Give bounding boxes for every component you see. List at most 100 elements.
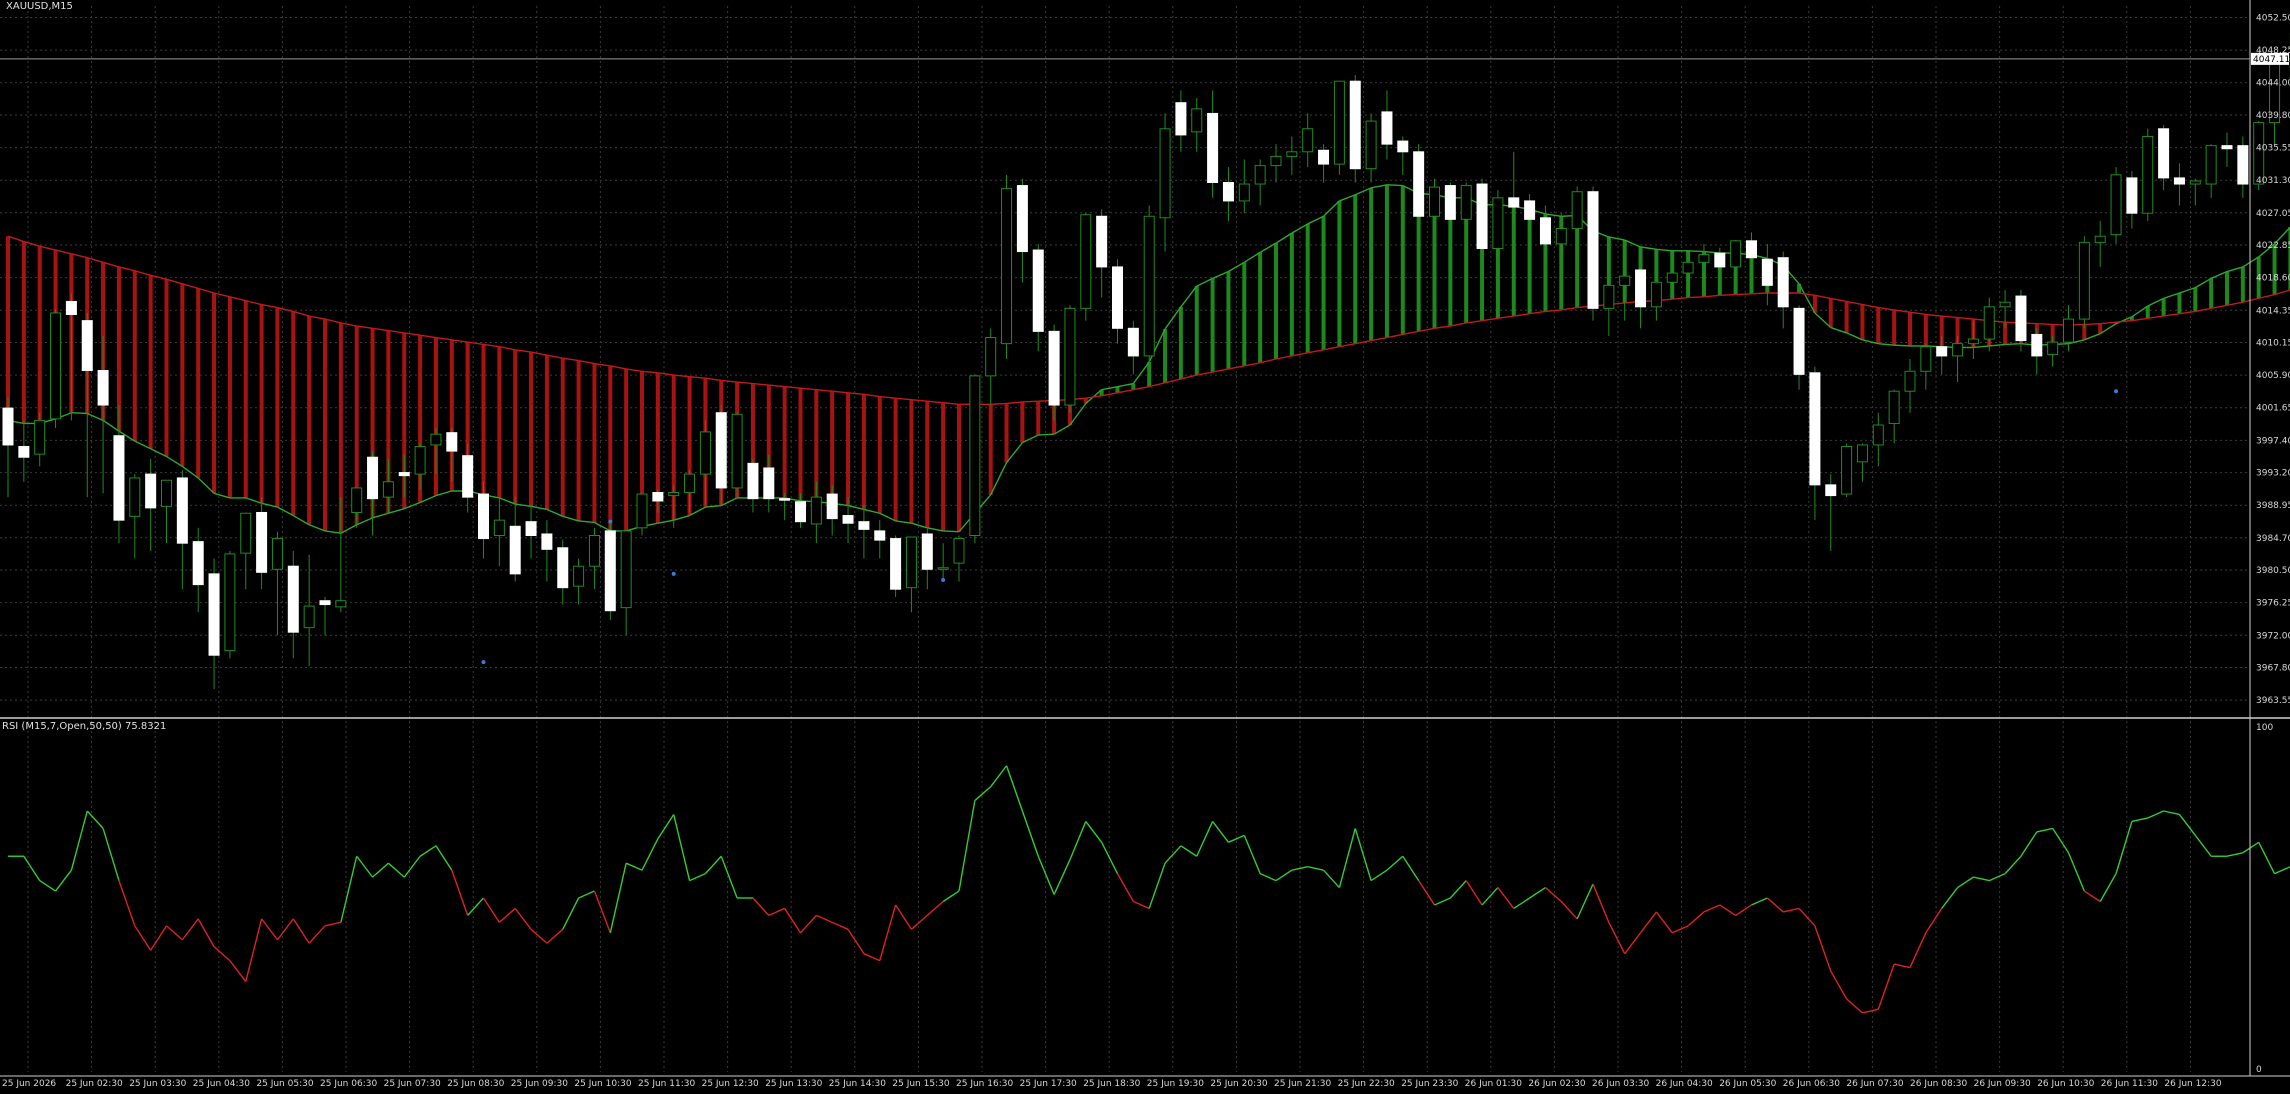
candle-body xyxy=(1571,191,1583,230)
candle-body xyxy=(1349,80,1361,170)
candle-body xyxy=(921,533,933,570)
candle-body xyxy=(1888,390,1900,424)
signal-dot xyxy=(481,660,486,665)
time-tick-label: 26 Jun 12:30 xyxy=(2164,1079,2221,1089)
time-tick-label: 25 Jun 09:30 xyxy=(511,1079,568,1089)
candle-body xyxy=(1841,445,1853,495)
candle-body xyxy=(81,320,93,372)
time-tick-label: 25 Jun 20:30 xyxy=(1210,1079,1267,1089)
candle-body xyxy=(303,605,315,629)
price-tick-label: 4022.85 xyxy=(2256,241,2290,251)
candle xyxy=(890,535,902,597)
slow-line-segment xyxy=(1719,293,1736,297)
candle-body xyxy=(1333,80,1345,165)
candle-body xyxy=(145,473,157,509)
fast-line-segment xyxy=(1038,433,1055,436)
rsi-tick-label: 0 xyxy=(2256,1065,2262,1075)
candle-body xyxy=(2158,128,2170,179)
price-tick-label: 4031.30 xyxy=(2256,176,2290,186)
time-tick-label: 26 Jun 07:30 xyxy=(1846,1079,1903,1089)
candle-body xyxy=(335,600,347,608)
candle-body xyxy=(2015,295,2027,342)
candle-body xyxy=(430,433,442,446)
signal-dot xyxy=(2114,389,2119,394)
slow-line-segment xyxy=(990,402,1007,405)
candle-body xyxy=(18,445,30,458)
candle-body xyxy=(1619,275,1631,286)
candle-body xyxy=(1650,281,1662,308)
candle xyxy=(50,309,62,429)
fast-line-segment xyxy=(71,412,88,415)
candle-body xyxy=(1127,327,1139,357)
time-tick-label: 25 Jun 11:30 xyxy=(638,1079,695,1089)
candle-body xyxy=(905,536,917,589)
rsi-tick-label: 100 xyxy=(2256,723,2273,733)
price-tick-label: 4014.35 xyxy=(2256,306,2290,316)
price-tick-label: 3997.40 xyxy=(2256,436,2290,446)
candle-body xyxy=(953,538,965,564)
fast-line-segment xyxy=(2005,342,2021,346)
candle xyxy=(2078,236,2090,329)
time-tick-label: 25 Jun 16:30 xyxy=(956,1079,1013,1089)
candle-body xyxy=(1254,165,1266,185)
candle-body xyxy=(842,515,854,524)
candle-body xyxy=(2221,145,2233,150)
time-tick-label: 25 Jun 12:30 xyxy=(702,1079,759,1089)
time-tick-label: 25 Jun 06:30 xyxy=(320,1079,377,1089)
slow-line-segment xyxy=(1688,296,1704,299)
time-tick-label: 25 Jun 19:30 xyxy=(1147,1079,1204,1089)
candle-body xyxy=(50,312,62,420)
candle-body xyxy=(1666,272,1678,283)
candle-body xyxy=(2126,177,2138,214)
candle-body xyxy=(795,501,806,523)
candle-body xyxy=(1967,338,1979,345)
chart-canvas[interactable]: 4052.504048.254044.004039.804035.554031.… xyxy=(0,0,2290,1094)
candle-body xyxy=(1587,191,1599,309)
candle-body xyxy=(652,492,664,502)
price-tick-label: 4035.55 xyxy=(2256,144,2290,154)
candle-body xyxy=(1476,183,1488,249)
candle-body xyxy=(1539,217,1551,245)
candle-body xyxy=(240,512,252,554)
candle-body xyxy=(1238,183,1250,202)
candle-body xyxy=(1492,197,1504,249)
slow-line-segment xyxy=(1022,400,1039,403)
price-tick-label: 3988.95 xyxy=(2256,501,2290,511)
price-tick-label: 4039.80 xyxy=(2256,111,2290,121)
candle-body xyxy=(446,432,458,452)
time-tick-label: 26 Jun 09:30 xyxy=(1974,1079,2031,1089)
trading-chart[interactable]: 4052.50 4048.25 4044.00 4039.80 4035.55 4031.… xyxy=(0,0,2290,1094)
time-tick-label: 26 Jun 06:30 xyxy=(1783,1079,1840,1089)
candle-body xyxy=(1175,102,1187,136)
candle-body xyxy=(256,511,268,573)
candle-body xyxy=(1936,346,1948,357)
slow-line-segment xyxy=(2084,323,2101,326)
candle-body xyxy=(1460,185,1472,220)
candle-body xyxy=(176,477,188,544)
candle-body xyxy=(668,492,680,497)
time-tick-label: 25 Jun 05:30 xyxy=(256,1079,313,1089)
candle-body xyxy=(1856,444,1868,463)
time-tick-label: 25 Jun 2026 xyxy=(2,1079,56,1089)
signal-dot xyxy=(671,571,676,576)
candle-body xyxy=(2110,174,2122,236)
candle-body xyxy=(747,462,759,500)
time-tick-label: 26 Jun 03:30 xyxy=(1592,1079,1649,1089)
candle-body xyxy=(1222,182,1234,202)
time-tick-label: 26 Jun 10:30 xyxy=(2037,1079,2094,1089)
price-tick-label: 3980.50 xyxy=(2256,566,2290,576)
candle xyxy=(2110,167,2122,244)
candle-body xyxy=(351,487,363,513)
price-tick-label: 4044.00 xyxy=(2256,79,2290,89)
price-tick-label: 3984.70 xyxy=(2256,534,2290,544)
candle-body xyxy=(2031,333,2043,357)
time-tick-label: 26 Jun 01:30 xyxy=(1465,1079,1522,1089)
candle-body xyxy=(271,538,283,570)
candle-body xyxy=(367,456,379,500)
candle-body xyxy=(161,479,172,507)
candle-body xyxy=(731,413,743,489)
candle-body xyxy=(557,547,569,589)
candle-body xyxy=(1381,111,1393,145)
time-tick-label: 25 Jun 13:30 xyxy=(765,1079,822,1089)
candle-body xyxy=(208,573,220,656)
